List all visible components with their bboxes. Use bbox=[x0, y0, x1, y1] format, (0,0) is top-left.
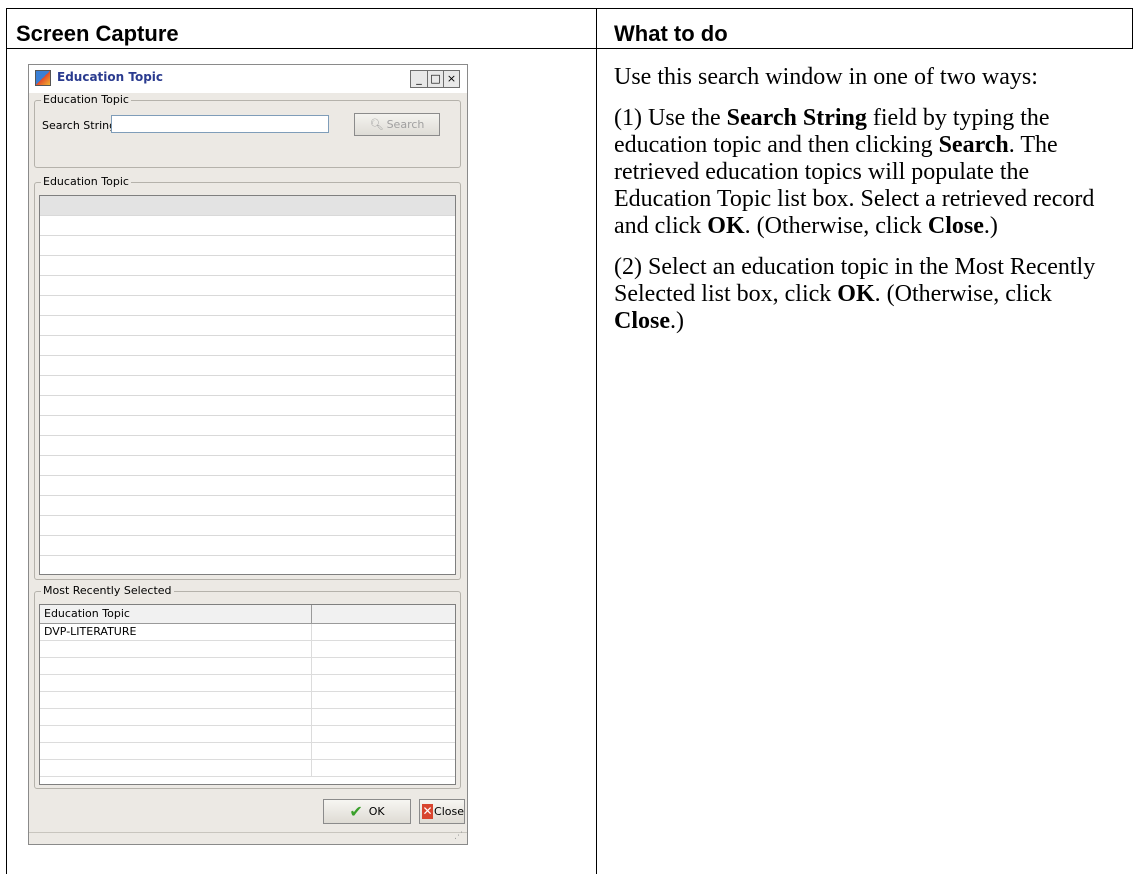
list-item[interactable] bbox=[40, 416, 455, 436]
recent-group: Most Recently Selected Education Topic D… bbox=[34, 584, 461, 789]
table-top-border bbox=[6, 8, 1133, 9]
list-item[interactable] bbox=[40, 516, 455, 536]
topic-group: Education Topic bbox=[34, 175, 461, 580]
ok-term: OK bbox=[837, 281, 875, 307]
most-recently-selected-grid[interactable]: Education Topic DVP-LITERATURE bbox=[39, 604, 456, 785]
table-row[interactable] bbox=[40, 658, 455, 675]
table-cell bbox=[40, 709, 312, 725]
search-group-label: Education Topic bbox=[41, 93, 131, 106]
search-button-label: Search bbox=[386, 118, 425, 131]
minimize-icon[interactable]: _ bbox=[411, 71, 427, 87]
window-controls: _ □ × bbox=[410, 70, 460, 88]
table-cell bbox=[40, 675, 312, 691]
close-term: Close bbox=[614, 308, 670, 334]
list-item[interactable] bbox=[40, 376, 455, 396]
table-row[interactable] bbox=[40, 743, 455, 760]
ok-button-label: OK bbox=[368, 805, 385, 818]
table-header-border bbox=[6, 48, 1133, 49]
search-button[interactable]: 🔍︎ Search bbox=[354, 113, 440, 136]
instruction-option-2: (2) Select an education topic in the Mos… bbox=[614, 254, 1096, 334]
table-cell: DVP-LITERATURE bbox=[40, 624, 312, 640]
topic-group-label: Education Topic bbox=[41, 175, 131, 188]
list-item[interactable] bbox=[40, 196, 455, 216]
table-right-border bbox=[1132, 8, 1133, 49]
table-cell bbox=[40, 760, 312, 776]
column-header-blank bbox=[312, 605, 455, 623]
table-left-border-body bbox=[6, 49, 7, 874]
close-button-label: Close bbox=[434, 805, 464, 818]
list-item[interactable] bbox=[40, 336, 455, 356]
search-term: Search bbox=[938, 132, 1009, 158]
list-item[interactable] bbox=[40, 256, 455, 276]
instructions: Use this search window in one of two way… bbox=[614, 64, 1119, 349]
list-item[interactable] bbox=[40, 276, 455, 296]
table-cell bbox=[40, 743, 312, 759]
column-header-what-to-do: What to do bbox=[614, 21, 728, 46]
grid-header: Education Topic bbox=[40, 605, 455, 624]
table-row[interactable]: DVP-LITERATURE bbox=[40, 624, 455, 641]
search-group: Education Topic Search String 🔍︎ Search bbox=[34, 93, 461, 168]
ok-term: OK bbox=[707, 213, 745, 239]
table-cell bbox=[40, 726, 312, 742]
red-x-icon: ✕ bbox=[422, 804, 434, 819]
table-left-border bbox=[6, 8, 7, 49]
instruction-option-1: (1) Use the Search String field by typin… bbox=[614, 105, 1095, 239]
list-item[interactable] bbox=[40, 536, 455, 556]
search-string-term: Search String bbox=[726, 105, 867, 131]
ok-button[interactable]: ✔ OK bbox=[323, 799, 411, 824]
close-button[interactable]: ✕ Close bbox=[419, 799, 465, 824]
list-item[interactable] bbox=[40, 456, 455, 476]
list-item[interactable] bbox=[40, 316, 455, 336]
table-row[interactable] bbox=[40, 760, 455, 777]
instruction-intro: Use this search window in one of two way… bbox=[614, 64, 1038, 90]
list-item[interactable] bbox=[40, 476, 455, 496]
education-topic-window: Education Topic _ □ × Education Topic Se… bbox=[28, 64, 468, 845]
table-column-divider bbox=[596, 8, 597, 874]
list-item[interactable] bbox=[40, 496, 455, 516]
close-icon[interactable]: × bbox=[443, 71, 459, 87]
list-item[interactable] bbox=[40, 236, 455, 256]
resize-grip-icon[interactable]: ⋰ bbox=[454, 831, 463, 841]
table-row[interactable] bbox=[40, 641, 455, 658]
search-icon: 🔍︎ bbox=[369, 118, 384, 131]
title-bar: Education Topic _ □ × bbox=[29, 65, 467, 93]
close-term: Close bbox=[927, 213, 984, 239]
status-bar-divider bbox=[29, 832, 467, 833]
window-title: Education Topic bbox=[57, 70, 164, 84]
table-row[interactable] bbox=[40, 709, 455, 726]
list-item[interactable] bbox=[40, 216, 455, 236]
recent-group-label: Most Recently Selected bbox=[41, 584, 174, 597]
table-row[interactable] bbox=[40, 726, 455, 743]
list-item[interactable] bbox=[40, 356, 455, 376]
maximize-icon[interactable]: □ bbox=[427, 71, 443, 87]
column-header-education-topic[interactable]: Education Topic bbox=[40, 605, 312, 623]
checkmark-icon: ✔ bbox=[349, 801, 363, 821]
search-string-label: Search String bbox=[42, 119, 117, 132]
education-topic-listbox[interactable] bbox=[39, 195, 456, 575]
list-item[interactable] bbox=[40, 436, 455, 456]
list-item[interactable] bbox=[40, 296, 455, 316]
search-string-input[interactable] bbox=[111, 115, 329, 133]
table-cell bbox=[40, 692, 312, 708]
table-cell bbox=[40, 658, 312, 674]
table-row[interactable] bbox=[40, 675, 455, 692]
table-cell bbox=[40, 641, 312, 657]
table-row[interactable] bbox=[40, 692, 455, 709]
column-header-screen-capture: Screen Capture bbox=[16, 21, 179, 46]
app-icon bbox=[35, 70, 51, 86]
list-item[interactable] bbox=[40, 396, 455, 416]
